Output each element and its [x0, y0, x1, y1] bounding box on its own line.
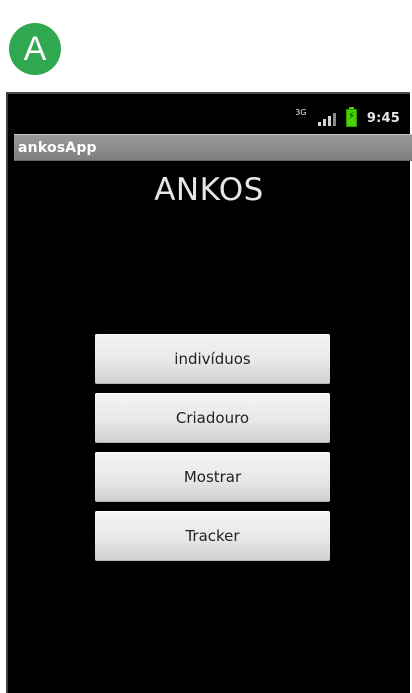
signal-bar-icon: [332, 113, 336, 126]
panel-badge: A: [9, 23, 61, 75]
criadouro-button[interactable]: Criadouro: [95, 393, 330, 443]
battery-charging-icon: [345, 107, 357, 127]
main-button-stack: indivíduos Criadouro Mostrar Tracker: [95, 334, 330, 570]
status-bar: 3G 9:45: [8, 94, 410, 136]
status-icons: 3G 9:45: [294, 107, 400, 127]
individuos-button[interactable]: indivíduos: [95, 334, 330, 384]
app-title: ankosApp: [18, 140, 97, 156]
status-time: 9:45: [366, 110, 400, 126]
screen-heading: ANKOS: [154, 172, 264, 208]
tracker-button[interactable]: Tracker: [95, 511, 330, 561]
signal-bar-icon: [317, 122, 321, 126]
network-3g-icon: 3G: [295, 108, 307, 117]
signal-bar-icon: [322, 119, 326, 126]
mostrar-button[interactable]: Mostrar: [95, 452, 330, 502]
android-device-screen: 3G 9:45 ankosApp ANKOS indivíduos Criado…: [6, 92, 412, 693]
signal-strength-icon: [317, 110, 336, 126]
figure-page: A 3G 9:45 ankosApp ANKOS indivíduos Cria…: [0, 0, 412, 693]
app-title-bar: ankosApp: [14, 134, 412, 161]
signal-bar-icon: [327, 116, 331, 126]
